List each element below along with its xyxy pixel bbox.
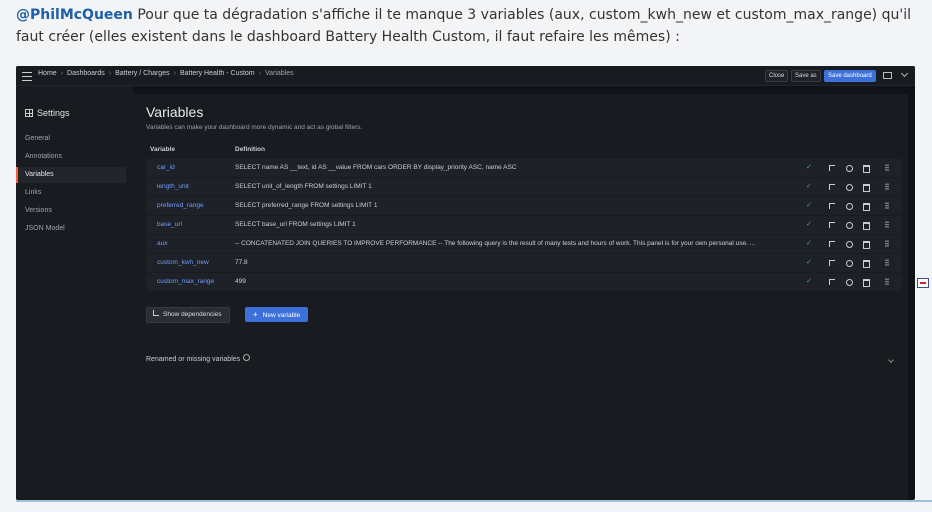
drag-handle-icon[interactable] xyxy=(885,164,889,171)
variable-definition: SELECT preferred_range FROM settings LIM… xyxy=(235,202,378,209)
variable-name-link[interactable]: base_url xyxy=(157,216,182,234)
branch-icon[interactable] xyxy=(829,279,835,285)
branch-icon[interactable] xyxy=(829,184,835,190)
trash-icon[interactable] xyxy=(863,279,870,287)
branch-icon[interactable] xyxy=(829,260,835,266)
branch-icon[interactable] xyxy=(829,203,835,209)
show-dependencies-button[interactable]: Show dependencies xyxy=(146,307,230,323)
table-row[interactable]: custom_max_range 499 ✓ xyxy=(146,273,902,291)
trash-icon[interactable] xyxy=(863,203,870,211)
check-icon: ✓ xyxy=(806,202,812,209)
monitor-icon[interactable] xyxy=(883,72,892,79)
page-title: Variables xyxy=(146,104,204,120)
drag-handle-icon[interactable] xyxy=(885,278,889,285)
grafana-screenshot: Home › Dashboards › Battery / Charges › Batter… xyxy=(16,66,915,500)
close-button[interactable]: Close xyxy=(765,70,789,82)
breadcrumb-dashboards[interactable]: Dashboards xyxy=(67,70,105,77)
drag-handle-icon[interactable] xyxy=(885,221,889,228)
check-icon: ✓ xyxy=(806,278,812,285)
dependencies-icon xyxy=(153,310,159,316)
info-icon xyxy=(243,354,251,361)
trash-icon[interactable] xyxy=(863,241,870,249)
settings-sidebar: Settings General Annotations Variables L… xyxy=(16,86,134,500)
check-icon: ✓ xyxy=(806,259,812,266)
post-body: Pour que ta dégradation s'affiche il te … xyxy=(16,7,911,45)
image-marker-icon xyxy=(917,278,929,288)
new-variable-button[interactable]: + New variable xyxy=(245,307,309,322)
variable-definition: SELECT unit_of_length FROM settings LIMI… xyxy=(235,183,372,190)
drag-handle-icon[interactable] xyxy=(885,240,889,247)
table-row[interactable]: base_url SELECT base_url FROM settings LI… xyxy=(146,216,902,234)
save-as-button[interactable]: Save as xyxy=(791,70,821,82)
plus-icon: + xyxy=(253,310,258,319)
table-row[interactable]: custom_kwh_new 77.8 ✓ xyxy=(146,254,902,272)
forum-post-text: @PhilMcQueen Pour que ta dégradation s'a… xyxy=(16,4,916,48)
top-bar: Home › Dashboards › Battery / Charges › Batter… xyxy=(16,66,915,86)
divider xyxy=(16,500,932,502)
check-icon: ✓ xyxy=(806,183,812,190)
sidebar-item-links[interactable]: Links xyxy=(16,185,126,201)
variables-panel: Variables Variables can make your dashbo… xyxy=(134,94,908,500)
variable-definition: -- CONCATENATED JOIN QUERIES TO IMPROVE … xyxy=(235,240,756,247)
branch-icon[interactable] xyxy=(829,241,835,247)
branch-icon[interactable] xyxy=(829,165,835,171)
settings-title: Settings xyxy=(25,108,70,118)
breadcrumb-current: Variables xyxy=(264,70,294,77)
branch-icon[interactable] xyxy=(829,222,835,228)
renamed-missing-section[interactable]: Renamed or missing variables xyxy=(146,354,251,363)
variable-definition: 499 xyxy=(235,278,246,285)
settings-grid-icon xyxy=(25,109,33,117)
sidebar-item-general[interactable]: General xyxy=(16,131,126,147)
table-row[interactable]: car_id SELECT name AS __text, id AS __val… xyxy=(146,159,902,177)
sidebar-item-variables[interactable]: Variables xyxy=(16,167,126,183)
variable-definition: SELECT base_url FROM settings LIMIT 1 xyxy=(235,221,356,228)
check-icon: ✓ xyxy=(806,240,812,247)
sidebar-item-json-model[interactable]: JSON Model xyxy=(16,221,126,237)
variable-name-link[interactable]: length_unit xyxy=(157,178,189,196)
duplicate-icon[interactable] xyxy=(846,279,853,286)
duplicate-icon[interactable] xyxy=(846,184,853,191)
duplicate-icon[interactable] xyxy=(846,222,853,229)
duplicate-icon[interactable] xyxy=(846,165,853,172)
variables-table: car_id SELECT name AS __text, id AS __val… xyxy=(146,159,902,292)
menu-icon[interactable] xyxy=(22,72,32,81)
trash-icon[interactable] xyxy=(863,184,870,192)
variable-name-link[interactable]: preferred_range xyxy=(157,197,204,215)
breadcrumb-dashboard[interactable]: Battery Health - Custom xyxy=(180,70,255,77)
check-icon: ✓ xyxy=(806,221,812,228)
duplicate-icon[interactable] xyxy=(846,260,853,267)
breadcrumb: Home › Dashboards › Battery / Charges › Batter… xyxy=(38,70,294,77)
duplicate-icon[interactable] xyxy=(846,203,853,210)
drag-handle-icon[interactable] xyxy=(885,202,889,209)
breadcrumb-home[interactable]: Home xyxy=(38,70,57,77)
user-mention-link[interactable]: @PhilMcQueen xyxy=(16,7,133,23)
column-header-variable: Variable xyxy=(150,146,175,153)
table-row[interactable]: aux -- CONCATENATED JOIN QUERIES TO IMPRO… xyxy=(146,235,902,253)
page-subtitle: Variables can make your dashboard more d… xyxy=(146,124,363,131)
variable-name-link[interactable]: car_id xyxy=(157,159,175,177)
trash-icon[interactable] xyxy=(863,165,870,173)
sidebar-item-annotations[interactable]: Annotations xyxy=(16,149,126,165)
drag-handle-icon[interactable] xyxy=(885,259,889,266)
chevron-down-icon[interactable] xyxy=(900,69,909,78)
sidebar-item-versions[interactable]: Versions xyxy=(16,203,126,219)
table-row[interactable]: preferred_range SELECT preferred_range FR… xyxy=(146,197,902,215)
duplicate-icon[interactable] xyxy=(846,241,853,248)
column-header-definition: Definition xyxy=(235,146,265,153)
variable-name-link[interactable]: aux xyxy=(157,235,167,253)
expand-chevron-icon[interactable] xyxy=(888,357,894,363)
variable-name-link[interactable]: custom_kwh_new xyxy=(157,254,209,272)
check-icon: ✓ xyxy=(806,164,812,171)
trash-icon[interactable] xyxy=(863,222,870,230)
trash-icon[interactable] xyxy=(863,260,870,268)
save-dashboard-button[interactable]: Save dashboard xyxy=(824,70,876,82)
variable-definition: 77.8 xyxy=(235,259,248,266)
drag-handle-icon[interactable] xyxy=(885,183,889,190)
table-row[interactable]: length_unit SELECT unit_of_length FROM se… xyxy=(146,178,902,196)
breadcrumb-folder[interactable]: Battery / Charges xyxy=(115,70,169,77)
variable-name-link[interactable]: custom_max_range xyxy=(157,273,214,291)
variable-definition: SELECT name AS __text, id AS __value FRO… xyxy=(235,164,517,171)
